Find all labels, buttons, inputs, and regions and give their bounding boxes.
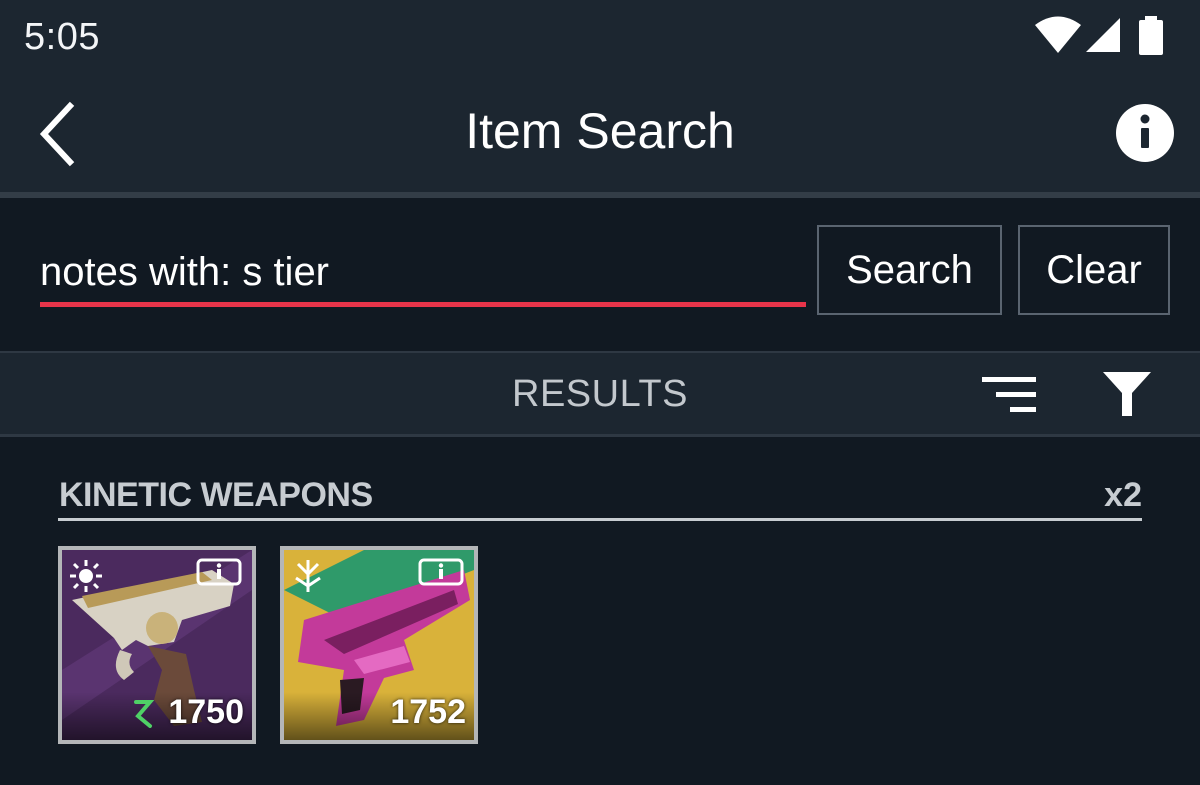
filter-button[interactable]	[1102, 371, 1152, 417]
info-badge-icon	[196, 558, 242, 586]
section-count: x2	[1104, 476, 1142, 514]
page-title: Item Search	[465, 103, 735, 159]
app-bar: Item Search	[0, 78, 1200, 192]
filter-icon	[1103, 372, 1151, 416]
item-art: 1752	[284, 550, 474, 740]
signal-icon	[1086, 18, 1120, 52]
power-level: 1750	[168, 693, 244, 731]
battery-icon	[1139, 16, 1163, 55]
search-button[interactable]: Search	[817, 225, 1002, 315]
item-tile[interactable]: 1750	[58, 546, 256, 744]
status-bar: 5:05	[0, 0, 1200, 78]
search-input[interactable]	[40, 238, 806, 306]
item-art: 1750	[62, 550, 252, 740]
search-underline	[40, 302, 806, 307]
solar-element-icon	[70, 560, 102, 592]
season-emblem-icon	[295, 560, 321, 592]
info-circle-icon	[1116, 104, 1174, 162]
app-root: 5:05 Item Search notes with: s tier Sear…	[0, 0, 1200, 785]
search-area: Search Clear	[0, 198, 1200, 351]
crafted-icon	[134, 700, 154, 728]
clear-button[interactable]: Clear	[1018, 225, 1170, 315]
info-button[interactable]	[1116, 104, 1174, 162]
section-rule	[58, 518, 1142, 521]
sort-button[interactable]	[982, 375, 1038, 415]
item-tile[interactable]: 1752	[280, 546, 478, 744]
sort-icon	[982, 377, 1036, 412]
status-time: 5:05	[24, 16, 100, 58]
power-level: 1752	[390, 693, 466, 731]
info-badge-icon	[418, 558, 464, 586]
search-field-wrap	[40, 238, 806, 310]
wifi-icon	[1035, 16, 1081, 53]
results-bar: RESULTS	[0, 353, 1200, 434]
section-title: KINETIC WEAPONS	[59, 476, 373, 514]
results-divider-bottom	[0, 434, 1200, 437]
